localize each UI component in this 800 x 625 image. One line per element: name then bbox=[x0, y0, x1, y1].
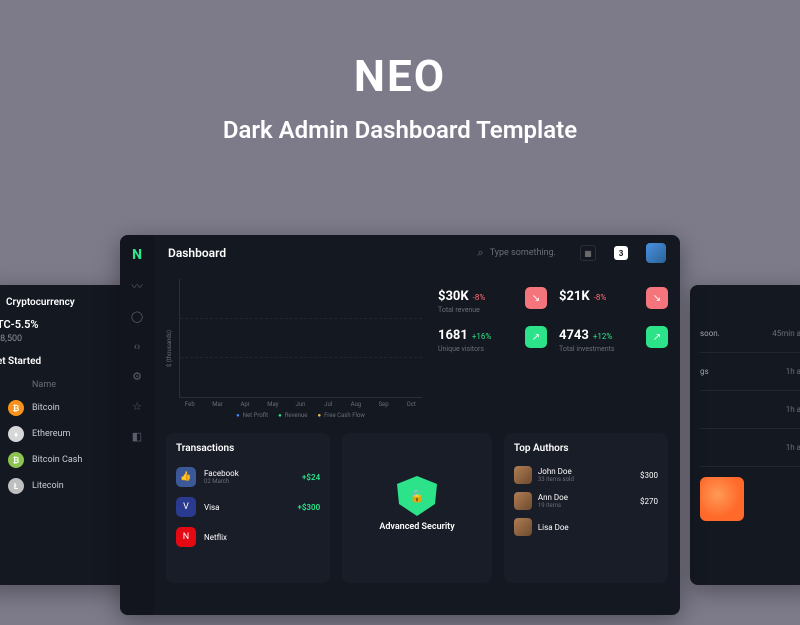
topbar: Dashboard Type something. ▦ 3 bbox=[154, 235, 680, 271]
user-avatar[interactable] bbox=[646, 243, 666, 263]
nav-code-icon[interactable]: ‹› bbox=[130, 339, 144, 353]
ticker-delta: -5.5% bbox=[11, 318, 39, 331]
notification-item[interactable]: 1h ago bbox=[700, 391, 800, 429]
coin-row[interactable]: 1 ₿ Bitcoin bbox=[0, 395, 130, 421]
coin-name: Bitcoin Cash bbox=[32, 455, 82, 465]
search-input[interactable]: Type something. bbox=[478, 246, 556, 260]
transactions-card: Transactions 👍 Facebook02 March +$24 V V… bbox=[166, 433, 330, 583]
legend-fcf: Free Cash Flow bbox=[317, 412, 364, 419]
dashboard-window: N 〰 ◯ ‹› ⚙ ☆ ◧ Dashboard Type something.… bbox=[120, 235, 680, 615]
crypto-panel: Cryptocurrency BTC-5.5% $38,500 Get Star… bbox=[0, 285, 140, 585]
coin-icon: Ł bbox=[8, 478, 24, 494]
security-title: Advanced Security bbox=[379, 522, 454, 532]
legend-revenue: Revenue bbox=[278, 412, 307, 419]
trend-icon: ↘ bbox=[646, 287, 668, 309]
sidebar: N 〰 ◯ ‹› ⚙ ☆ ◧ bbox=[120, 235, 154, 615]
merchant-icon: V bbox=[176, 497, 196, 517]
author-avatar bbox=[514, 466, 532, 484]
page-title: Dashboard bbox=[168, 246, 226, 260]
coin-row[interactable]: 4 Ł Litecoin bbox=[0, 473, 130, 499]
transaction-row[interactable]: N Netflix bbox=[176, 522, 320, 552]
notification-thumbnail[interactable] bbox=[700, 477, 744, 521]
trend-icon: ↗ bbox=[525, 326, 547, 348]
author-row[interactable]: Lisa Doe bbox=[514, 514, 658, 540]
transaction-row[interactable]: V Visa +$300 bbox=[176, 492, 320, 522]
get-started-heading: Get Started bbox=[0, 356, 130, 367]
author-row[interactable]: John Doe33 items sold $300 bbox=[514, 462, 658, 488]
chart-ylabel: $ (thousands) bbox=[166, 330, 173, 367]
legend-net-profit: Net Profit bbox=[236, 412, 268, 419]
merchant-icon: N bbox=[176, 527, 196, 547]
authors-card: Top Authors John Doe33 items sold $300 A… bbox=[504, 433, 668, 583]
author-avatar bbox=[514, 518, 532, 536]
grid-view-icon[interactable]: ▦ bbox=[580, 245, 596, 261]
coin-icon: ₿ bbox=[8, 452, 24, 468]
shield-icon bbox=[397, 476, 437, 516]
nav-settings-icon[interactable]: ⚙ bbox=[130, 369, 144, 383]
notification-item[interactable]: 1h ago bbox=[700, 429, 800, 467]
nav-activity-icon[interactable]: 〰 bbox=[130, 279, 144, 293]
app-logo[interactable]: N bbox=[132, 247, 142, 263]
merchant-icon: 👍 bbox=[176, 467, 196, 487]
stat-tile[interactable]: $30K-8% Total revenue ↘ bbox=[438, 285, 547, 314]
stat-tile[interactable]: $21K-8% ↘ bbox=[559, 285, 668, 314]
revenue-chart: $ (thousands) bbox=[166, 279, 422, 419]
author-avatar bbox=[514, 492, 532, 510]
trend-icon: ↗ bbox=[646, 326, 668, 348]
coin-icon: ♦ bbox=[8, 426, 24, 442]
nav-globe-icon[interactable]: ◯ bbox=[130, 309, 144, 323]
author-row[interactable]: Ann Doe19 items $270 bbox=[514, 488, 658, 514]
coin-icon: ₿ bbox=[8, 400, 24, 416]
hero-title: NEO bbox=[0, 50, 800, 102]
transactions-title: Transactions bbox=[176, 443, 320, 454]
coin-row[interactable]: 3 ₿ Bitcoin Cash bbox=[0, 447, 130, 473]
ticker-symbol: BTC bbox=[0, 318, 11, 331]
notification-badge[interactable]: 3 bbox=[614, 246, 628, 260]
trend-icon: ↘ bbox=[525, 287, 547, 309]
ticker-price: $38,500 bbox=[0, 334, 130, 344]
coin-name: Litecoin bbox=[32, 481, 64, 491]
authors-title: Top Authors bbox=[514, 443, 658, 454]
col-name: Name bbox=[32, 380, 56, 390]
transaction-row[interactable]: 👍 Facebook02 March +$24 bbox=[176, 462, 320, 492]
stat-tile[interactable]: 1681+16% Unique visitors ↗ bbox=[438, 324, 547, 353]
coin-name: Ethereum bbox=[32, 429, 70, 439]
hero-subtitle: Dark Admin Dashboard Template bbox=[0, 116, 800, 144]
security-card[interactable]: Advanced Security bbox=[342, 433, 492, 583]
notification-item[interactable]: gs 1h ago bbox=[700, 353, 800, 391]
nav-star-icon[interactable]: ☆ bbox=[130, 399, 144, 413]
coin-row[interactable]: 2 ♦ Ethereum bbox=[0, 421, 130, 447]
stat-tile[interactable]: 4743+12% Total investments ↗ bbox=[559, 324, 668, 353]
notification-item[interactable]: soon. 45min ago bbox=[700, 315, 800, 353]
crypto-ticker[interactable]: BTC-5.5% bbox=[0, 318, 130, 331]
coin-name: Bitcoin bbox=[32, 403, 60, 413]
nav-bookmark-icon[interactable]: ◧ bbox=[130, 429, 144, 443]
crypto-panel-title: Cryptocurrency bbox=[0, 297, 130, 308]
notifications-panel: ✕ soon. 45min ago gs 1h ago 1h ago 1h ag… bbox=[690, 285, 800, 585]
